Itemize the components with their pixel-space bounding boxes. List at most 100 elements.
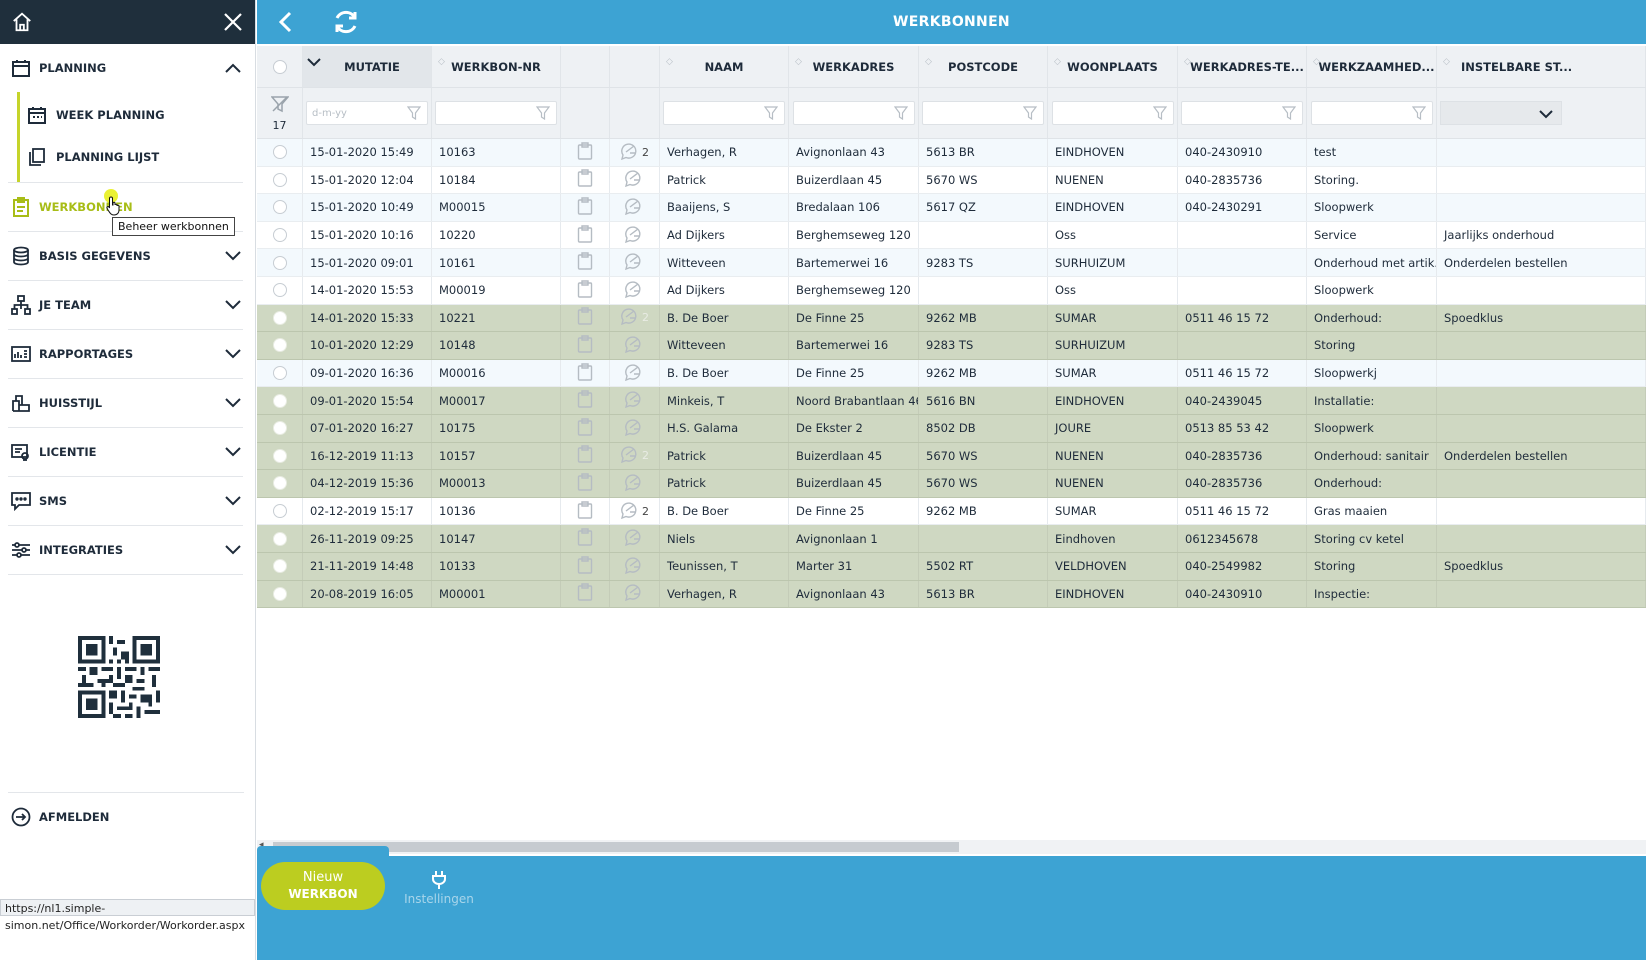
row-select-radio[interactable]: [272, 476, 287, 491]
chat-icon[interactable]: [624, 197, 644, 218]
header-werkzaamheden[interactable]: ◇ WERKZAAMHED...: [1307, 46, 1437, 87]
funnel-icon[interactable]: [535, 106, 551, 123]
chat-icon[interactable]: [624, 169, 644, 190]
table-row[interactable]: 26-11-2019 09:25 10147 Niels Avignonlaan 1 E…: [257, 525, 1646, 553]
nav-planning[interactable]: PLANNING: [8, 44, 243, 92]
table-row[interactable]: 16-12-2019 11:13 10157 2 Patrick Buizerdlaan…: [257, 442, 1646, 471]
clipboard-doc-icon[interactable]: [577, 473, 593, 494]
settings-button[interactable]: Instellingen: [403, 870, 475, 906]
nav-afmelden[interactable]: AFMELDEN: [8, 793, 244, 841]
row-select-radio[interactable]: [272, 421, 287, 436]
chat-icon[interactable]: [620, 501, 640, 522]
chat-icon[interactable]: [624, 335, 644, 356]
row-select-radio[interactable]: [272, 504, 287, 519]
table-row[interactable]: 04-12-2019 15:36 M00013 Patrick Buizerdlaan…: [257, 470, 1646, 498]
funnel-icon[interactable]: [893, 106, 908, 123]
nav-basis-gegevens[interactable]: BASIS GEGEVENS: [8, 232, 243, 280]
clipboard-doc-icon[interactable]: [577, 445, 593, 466]
table-row[interactable]: 14-01-2020 15:53 M00019 Ad Dijkers Berghems…: [257, 276, 1646, 305]
chat-icon[interactable]: [620, 307, 640, 328]
chat-icon[interactable]: [624, 583, 644, 604]
nav-integraties[interactable]: INTEGRATIES: [8, 526, 243, 574]
row-select-radio[interactable]: [272, 200, 287, 215]
chevron-down-icon[interactable]: [223, 344, 243, 364]
clipboard-doc-icon[interactable]: [577, 169, 593, 190]
row-select-radio[interactable]: [272, 448, 287, 463]
back-arrow-icon[interactable]: [271, 11, 299, 33]
nav-rapportages[interactable]: RAPPORTAGES: [8, 330, 243, 378]
chat-icon[interactable]: [624, 556, 644, 577]
filter-werkadres-input[interactable]: [792, 101, 915, 125]
row-select-radio[interactable]: [272, 145, 287, 160]
clipboard-doc-icon[interactable]: [577, 362, 593, 384]
row-select-radio[interactable]: [272, 228, 287, 243]
row-select-radio[interactable]: [272, 172, 287, 187]
funnel-icon[interactable]: [1281, 106, 1297, 123]
filter-werkbon-nr-input[interactable]: [435, 101, 557, 125]
new-werkbon-button[interactable]: Nieuw WERKBON: [261, 862, 385, 910]
nav-huisstijl[interactable]: HUISSTIJL: [8, 379, 243, 427]
filter-clear-icon[interactable]: [269, 95, 290, 117]
table-row[interactable]: 20-08-2019 16:05 M00001 Verhagen, R Avignon…: [257, 580, 1646, 609]
chevron-down-icon[interactable]: [223, 393, 243, 413]
clipboard-doc-icon[interactable]: [577, 307, 593, 328]
table-row[interactable]: 15-01-2020 09:01 10161 Witteveen Bartemerwe…: [257, 249, 1646, 277]
clipboard-doc-icon[interactable]: [577, 224, 593, 246]
table-row[interactable]: 10-01-2020 12:29 10148 Witteveen Bartemerwe…: [257, 332, 1646, 360]
row-select-radio[interactable]: [272, 366, 287, 381]
chat-icon[interactable]: [624, 363, 644, 384]
chevron-down-icon[interactable]: [223, 295, 243, 315]
filter-mutatie-input[interactable]: d-m-yy: [306, 101, 428, 125]
horizontal-scrollbar[interactable]: ◂: [257, 840, 1646, 854]
clipboard-doc-icon[interactable]: [577, 500, 593, 522]
nav-sms[interactable]: SMS: [8, 477, 243, 525]
clipboard-doc-icon[interactable]: [577, 252, 593, 273]
row-select-radio[interactable]: [272, 338, 287, 353]
row-select-radio[interactable]: [272, 255, 287, 270]
header-werkadres[interactable]: ◇ WERKADRES: [789, 46, 919, 87]
header-werkadres-tel[interactable]: ◇ WERKADRES-TE...: [1178, 46, 1307, 87]
nav-planning-lijst[interactable]: PLANNING LIJST: [20, 136, 243, 178]
chat-icon[interactable]: [620, 142, 640, 163]
funnel-icon[interactable]: [1411, 106, 1426, 123]
funnel-icon[interactable]: [763, 106, 779, 123]
table-row[interactable]: 21-11-2019 14:48 10133 Teunissen, T Marter …: [257, 552, 1646, 581]
header-mutatie[interactable]: MUTATIE: [303, 46, 432, 87]
clipboard-doc-icon[interactable]: [577, 142, 593, 163]
filter-tel-input[interactable]: [1181, 101, 1303, 125]
table-row[interactable]: 15-01-2020 15:49 10163 2 Verhagen, R Avignon…: [257, 139, 1646, 167]
chat-icon[interactable]: [624, 418, 644, 439]
home-icon[interactable]: [8, 8, 36, 36]
funnel-icon[interactable]: [1152, 106, 1167, 123]
chevron-down-icon[interactable]: [223, 442, 243, 462]
table-row[interactable]: 15-01-2020 10:16 10220 Ad Dijkers Berghemse…: [257, 221, 1646, 250]
funnel-icon[interactable]: [406, 106, 422, 123]
table-row[interactable]: 15-01-2020 10:49 M00015 Baaijens, S Bredala…: [257, 194, 1646, 222]
table-row[interactable]: 07-01-2020 16:27 10175 H.S. Galama De Ekste…: [257, 414, 1646, 443]
header-postcode[interactable]: ◇ POSTCODE: [919, 46, 1048, 87]
clipboard-doc-icon[interactable]: [577, 583, 593, 604]
clipboard-doc-icon[interactable]: [577, 197, 593, 218]
clipboard-doc-icon[interactable]: [577, 556, 593, 577]
filter-postcode-input[interactable]: [922, 101, 1044, 125]
nav-licentie[interactable]: LICENTIE: [8, 428, 243, 476]
filter-instelbare-select[interactable]: [1440, 101, 1562, 125]
clipboard-doc-icon[interactable]: [577, 280, 593, 301]
chat-icon[interactable]: [624, 225, 644, 246]
clipboard-doc-icon[interactable]: [577, 335, 593, 356]
chat-icon[interactable]: [620, 445, 640, 466]
row-select-radio[interactable]: [272, 586, 287, 601]
nav-je-team[interactable]: JE TEAM: [8, 281, 243, 329]
close-icon[interactable]: [219, 8, 247, 36]
header-instelbare[interactable]: ◇ INSTELBARE ST...: [1437, 46, 1646, 87]
chevron-up-icon[interactable]: [223, 58, 243, 78]
chevron-down-icon[interactable]: [223, 540, 243, 560]
table-row[interactable]: 15-01-2020 12:04 10184 Patrick Buizerdlaan …: [257, 166, 1646, 195]
funnel-icon[interactable]: [1022, 106, 1038, 123]
nav-week-planning[interactable]: WEEK PLANNING: [20, 94, 243, 136]
chevron-down-icon[interactable]: [223, 491, 243, 511]
filter-woonplaats-input[interactable]: [1051, 101, 1174, 125]
table-row[interactable]: 14-01-2020 15:33 10221 2 B. De Boer De Finne…: [257, 304, 1646, 333]
clipboard-doc-icon[interactable]: [577, 528, 593, 549]
refresh-icon[interactable]: [329, 8, 363, 36]
